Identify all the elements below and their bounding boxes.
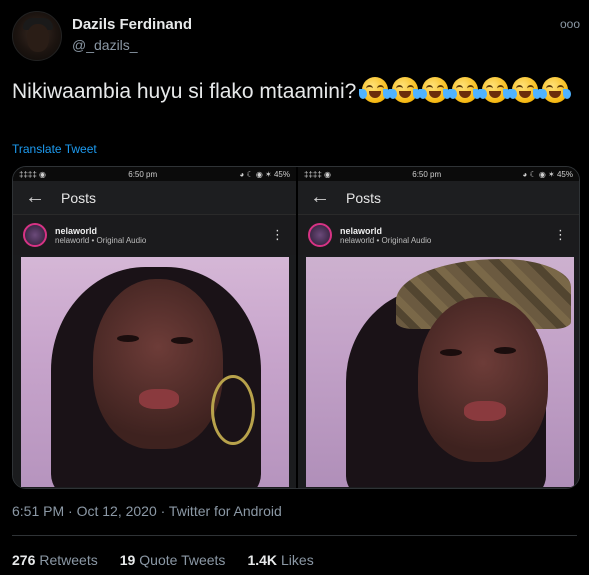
post-username[interactable]: nelaworld xyxy=(340,226,431,236)
post-username[interactable]: nelaworld xyxy=(55,226,146,236)
tweet-body: Nikiwaambia huyu si flako mtaamini? xyxy=(12,80,357,103)
emoji-group xyxy=(359,77,572,103)
retweets-label: Retweets xyxy=(39,552,98,568)
post-avatar[interactable] xyxy=(308,223,332,247)
quote-tweets-stat[interactable]: 19 Quote Tweets xyxy=(120,552,226,568)
author-name[interactable]: Dazils Ferdinand xyxy=(72,16,192,33)
back-arrow-icon[interactable]: ← xyxy=(310,186,336,209)
status-time: 6:50 pm xyxy=(128,169,158,179)
signal-indicator: ‡‡‡‡ ◉ xyxy=(19,169,46,179)
retweets-count: 276 xyxy=(12,552,36,568)
tweet-timestamp[interactable]: 6:51 PM · Oct 12, 2020 · Twitter for And… xyxy=(12,503,282,519)
tears-of-joy-emoji-icon xyxy=(419,77,452,103)
tears-of-joy-emoji-icon xyxy=(479,77,512,103)
posts-title: Posts xyxy=(61,189,97,206)
tears-of-joy-emoji-icon xyxy=(389,77,422,103)
tears-of-joy-emoji-icon xyxy=(359,77,392,103)
posts-header: ← Posts xyxy=(13,181,296,215)
post-photo xyxy=(21,257,289,487)
post-audio-label: nelaworld • Original Audio xyxy=(55,235,147,245)
post-audio-label: nelaworld • Original Audio xyxy=(340,235,432,245)
kebab-menu-icon[interactable]: ⋮ xyxy=(271,227,284,243)
likes-stat[interactable]: 1.4K Likes xyxy=(247,552,313,568)
screenshot-left[interactable]: ‡‡‡‡ ◉ 6:50 pm ◕ ☾ ◉ ✶ 45% ← Posts nelaw… xyxy=(13,167,296,488)
tweet-media[interactable]: ‡‡‡‡ ◉ 6:50 pm ◕ ☾ ◉ ✶ 45% ← Posts nelaw… xyxy=(12,166,580,489)
status-icons: ◕ ☾ ◉ ✶ 45% xyxy=(522,169,573,179)
status-bar: ‡‡‡‡ ◉ 6:50 pm ◕ ☾ ◉ ✶ 45% xyxy=(298,167,579,181)
tweet-stats: 276 Retweets 19 Quote Tweets 1.4K Likes xyxy=(12,552,314,568)
kebab-menu-icon[interactable]: ⋮ xyxy=(554,227,567,243)
post-header: nelaworld nelaworld • Original Audio ⋮ xyxy=(13,215,296,255)
quotes-label: Quote Tweets xyxy=(139,552,226,568)
quotes-count: 19 xyxy=(119,552,136,568)
retweets-stat[interactable]: 276 Retweets xyxy=(12,552,98,568)
tears-of-joy-emoji-icon xyxy=(509,77,542,103)
screenshot-right[interactable]: ‡‡‡‡ ◉ 6:50 pm ◕ ☾ ◉ ✶ 45% ← Posts nelaw… xyxy=(296,167,579,488)
status-icons: ◕ ☾ ◉ ✶ 45% xyxy=(239,169,290,179)
status-time: 6:50 pm xyxy=(412,169,442,179)
likes-count: 1.4K xyxy=(247,552,278,568)
author-handle[interactable]: @_dazils_ xyxy=(72,37,138,53)
likes-label: Likes xyxy=(281,552,314,568)
signal-indicator: ‡‡‡‡ ◉ xyxy=(304,169,331,179)
author-avatar[interactable] xyxy=(12,11,62,61)
more-options-icon[interactable]: ooo xyxy=(560,17,580,31)
status-bar: ‡‡‡‡ ◉ 6:50 pm ◕ ☾ ◉ ✶ 45% xyxy=(13,167,296,181)
post-photo xyxy=(306,257,574,487)
post-avatar[interactable] xyxy=(23,223,47,247)
post-header: nelaworld nelaworld • Original Audio ⋮ xyxy=(298,215,579,255)
posts-title: Posts xyxy=(346,189,382,206)
tears-of-joy-emoji-icon xyxy=(539,77,572,103)
tweet-text: Nikiwaambia huyu si flako mtaamini? xyxy=(12,77,577,106)
translate-tweet-link[interactable]: Translate Tweet xyxy=(12,142,97,156)
divider xyxy=(12,535,577,536)
posts-header: ← Posts xyxy=(298,181,579,215)
back-arrow-icon[interactable]: ← xyxy=(25,186,51,209)
tears-of-joy-emoji-icon xyxy=(449,77,482,103)
